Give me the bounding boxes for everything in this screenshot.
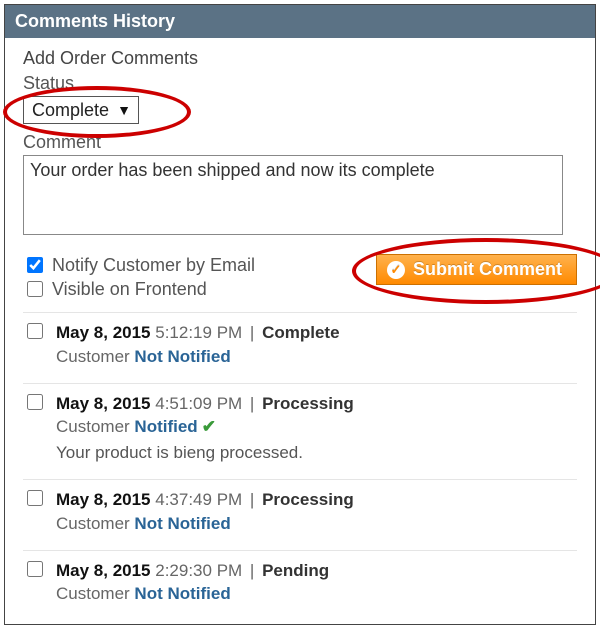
visible-frontend-checkbox[interactable] [27,281,43,297]
comment-label: Comment [23,132,577,153]
separator: | [242,561,262,580]
status-select-wrap: Complete ▼ [23,96,139,124]
history-notification-line: Customer Not Notified [56,582,577,606]
history-item-content: May 8, 2015 2:29:30 PM | PendingCustomer… [56,559,577,607]
add-order-comments-heading: Add Order Comments [23,48,577,69]
notify-customer-checkbox[interactable] [27,257,43,273]
notify-customer-line[interactable]: Notify Customer by Email [23,254,366,276]
history-item-content: May 8, 2015 5:12:19 PM | CompleteCustome… [56,321,577,369]
history-item: May 8, 2015 4:37:49 PM | ProcessingCusto… [23,479,577,550]
customer-label: Customer [56,514,134,533]
notified-link[interactable]: Not Notified [134,584,230,603]
visible-frontend-line[interactable]: Visible on Frontend [23,278,366,300]
history-item-header: May 8, 2015 5:12:19 PM | Complete [56,321,577,345]
notified-link[interactable]: Not Notified [134,514,230,533]
history-item-header: May 8, 2015 4:51:09 PM | Processing [56,392,577,416]
status-label: Status [23,73,577,94]
options-row: Notify Customer by Email Visible on Fron… [23,254,577,300]
customer-label: Customer [56,417,134,436]
history-notification-line: Customer Not Notified [56,345,577,369]
history-item: May 8, 2015 5:12:19 PM | CompleteCustome… [23,312,577,383]
history-date: May 8, 2015 [56,394,155,413]
history-item-checkbox[interactable] [27,323,43,339]
history-item-header: May 8, 2015 2:29:30 PM | Pending [56,559,577,583]
history-status: Processing [262,490,354,509]
customer-label: Customer [56,584,134,603]
submit-comment-button[interactable]: ✓ Submit Comment [376,254,577,285]
history-item-header: May 8, 2015 4:37:49 PM | Processing [56,488,577,512]
history-item: May 8, 2015 4:51:09 PM | ProcessingCusto… [23,383,577,479]
history-item-checkbox[interactable] [27,490,43,506]
submit-wrap: ✓ Submit Comment [376,254,577,285]
history-time: 4:37:49 PM [155,490,242,509]
options-left: Notify Customer by Email Visible on Fron… [23,254,366,300]
history-notification-line: Customer Notified ✔ [56,415,577,439]
history-time: 5:12:19 PM [155,323,242,342]
history-item-checkbox[interactable] [27,394,43,410]
panel-body: Add Order Comments Status Complete ▼ Com… [5,38,595,624]
history-comment-text: Your product is bieng processed. [56,441,577,465]
history-date: May 8, 2015 [56,323,155,342]
history-item-checkbox[interactable] [27,561,43,577]
history-status: Complete [262,323,339,342]
history-status: Pending [262,561,329,580]
separator: | [242,490,262,509]
comment-textarea[interactable] [23,155,563,235]
notified-link[interactable]: Not Notified [134,347,230,366]
history-status: Processing [262,394,354,413]
panel-title: Comments History [5,5,595,38]
separator: | [242,323,262,342]
history-item: May 8, 2015 2:29:30 PM | PendingCustomer… [23,550,577,621]
comments-history-panel: Comments History Add Order Comments Stat… [4,4,596,625]
history-time: 2:29:30 PM [155,561,242,580]
history-notification-line: Customer Not Notified [56,512,577,536]
submit-comment-label: Submit Comment [413,259,562,280]
status-row: Complete ▼ [23,96,577,124]
check-circle-icon: ✓ [387,261,405,279]
notified-link[interactable]: Notified [134,417,197,436]
separator: | [242,394,262,413]
notify-customer-label: Notify Customer by Email [52,255,255,276]
check-icon: ✔ [202,417,216,436]
customer-label: Customer [56,347,134,366]
history-date: May 8, 2015 [56,490,155,509]
history-item-content: May 8, 2015 4:51:09 PM | ProcessingCusto… [56,392,577,465]
status-select[interactable]: Complete [23,96,139,124]
history-time: 4:51:09 PM [155,394,242,413]
history-list: May 8, 2015 5:12:19 PM | CompleteCustome… [23,312,577,620]
history-date: May 8, 2015 [56,561,155,580]
visible-frontend-label: Visible on Frontend [52,279,207,300]
